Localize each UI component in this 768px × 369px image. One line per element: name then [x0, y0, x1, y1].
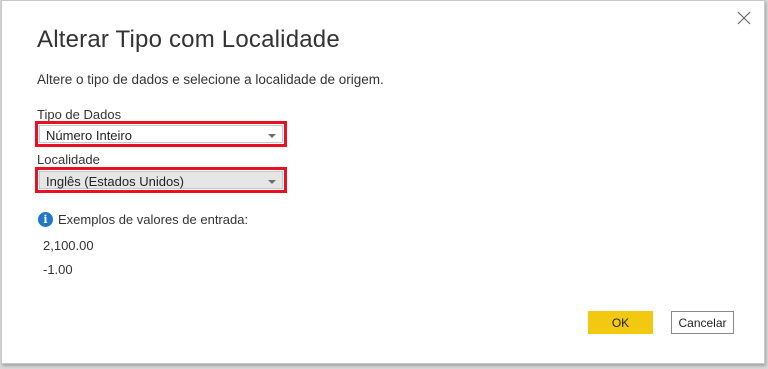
chevron-down-icon [268, 180, 276, 184]
example-value: 2,100.00 [43, 238, 94, 253]
change-type-with-locale-dialog: Alterar Tipo com Localidade Altere o tip… [1, 0, 765, 364]
locale-label: Localidade [37, 152, 100, 167]
dialog-title: Alterar Tipo com Localidade [37, 26, 340, 53]
data-type-label: Tipo de Dados [37, 107, 122, 122]
cancel-button[interactable]: Cancelar [671, 311, 734, 334]
data-type-dropdown[interactable]: Número Inteiro [39, 125, 283, 143]
examples-heading: Exemplos de valores de entrada: [58, 212, 249, 227]
example-value: -1.00 [43, 262, 73, 277]
chevron-down-icon [268, 134, 276, 138]
data-type-value: Número Inteiro [46, 128, 132, 143]
examples-heading-row: i Exemplos de valores de entrada: [38, 212, 248, 227]
data-type-highlight: Número Inteiro [35, 121, 287, 147]
locale-value: Inglês (Estados Unidos) [46, 174, 185, 189]
close-icon[interactable] [735, 9, 753, 27]
ok-button[interactable]: OK [588, 311, 653, 334]
locale-dropdown[interactable]: Inglês (Estados Unidos) [39, 171, 283, 189]
info-icon: i [38, 212, 53, 227]
dialog-subtitle: Altere o tipo de dados e selecione a loc… [37, 72, 384, 87]
locale-highlight: Inglês (Estados Unidos) [35, 167, 287, 193]
